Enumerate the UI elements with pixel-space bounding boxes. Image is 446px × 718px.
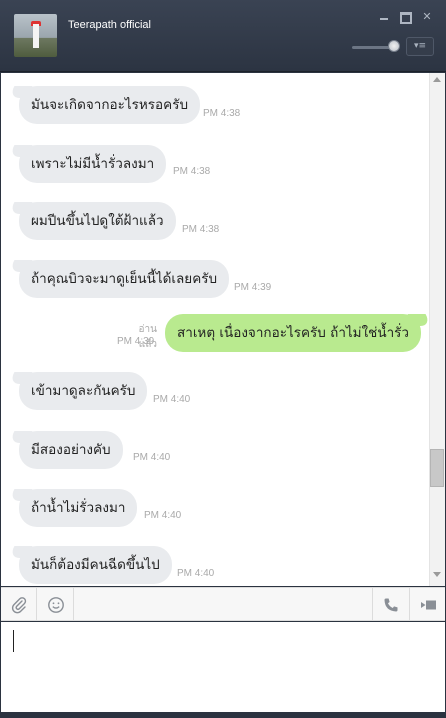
scroll-down-icon[interactable] [433, 572, 441, 577]
menu-dropdown-icon: ▾≡ [413, 41, 427, 51]
message-bubble[interactable]: ผมปีนขึ้นไปดูใต้ฝ้าแล้ว [19, 202, 176, 240]
chat-header: Teerapath official ✕ ▾≡ [0, 0, 446, 72]
minimize-icon[interactable] [378, 11, 390, 23]
message-list: มันจะเกิดจากอะไรหรอครับ PM 4:38 เพราะไม่… [1, 73, 445, 586]
contact-avatar[interactable] [14, 14, 57, 57]
message-time: PM 4:40 [177, 568, 215, 579]
message-time: PM 4:38 [173, 166, 211, 177]
message-toolbar [1, 587, 445, 621]
video-call-button[interactable] [409, 588, 445, 621]
message-bubble[interactable]: ถ้าคุณบิวจะมาดูเย็นนี้ได้เลยครับ [19, 260, 230, 298]
message-time: PM 4:40 [133, 452, 171, 463]
message-bubble[interactable]: มันจะเกิดจากอะไรหรอครับ [19, 86, 201, 124]
message-bubble[interactable]: เพราะไม่มีน้ำรั่วลงมา [19, 145, 167, 183]
message-time: PM 4:39 [117, 336, 155, 347]
message-time: PM 4:40 [144, 510, 182, 521]
scrollbar-thumb[interactable] [430, 449, 444, 487]
scroll-up-icon[interactable] [433, 77, 441, 82]
volume-slider-knob[interactable] [388, 40, 400, 52]
message-bubble[interactable]: มันก็ต้องมีคนฉีดขึ้นไป [19, 546, 172, 584]
close-icon[interactable]: ✕ [421, 11, 433, 23]
contact-name: Teerapath official [68, 19, 151, 31]
attach-button[interactable] [1, 588, 37, 621]
emoji-icon [48, 597, 64, 613]
text-caret [13, 630, 14, 652]
message-bubble[interactable]: เข้ามาดูละกันครับ [19, 372, 148, 410]
video-call-icon [421, 600, 436, 610]
phone-icon [384, 598, 398, 612]
message-bubble[interactable]: มีสองอย่างคับ [19, 431, 123, 469]
message-time: PM 4:38 [203, 108, 241, 119]
message-bubble-outgoing[interactable]: สาเหตุ เนื่องจากอะไรครับ ถ้าไม่ใช่น้ำรั่… [165, 314, 421, 352]
message-time: PM 4:39 [234, 282, 272, 293]
voice-call-button[interactable] [372, 588, 408, 621]
message-input[interactable] [1, 622, 445, 712]
emoji-button[interactable] [38, 588, 74, 621]
message-time: PM 4:38 [182, 224, 220, 235]
maximize-icon[interactable] [399, 11, 412, 24]
chat-window: Teerapath official ✕ ▾≡ มันจะเกิดจากอะไร… [0, 0, 446, 718]
scrollbar-track[interactable] [429, 73, 445, 586]
paperclip-icon [11, 597, 27, 614]
message-bubble[interactable]: ถ้าน้ำไม่รั่วลงมา [19, 489, 138, 527]
lighthouse-body [33, 24, 39, 48]
menu-dropdown-button[interactable]: ▾≡ [406, 37, 434, 56]
message-time: PM 4:40 [153, 394, 191, 405]
